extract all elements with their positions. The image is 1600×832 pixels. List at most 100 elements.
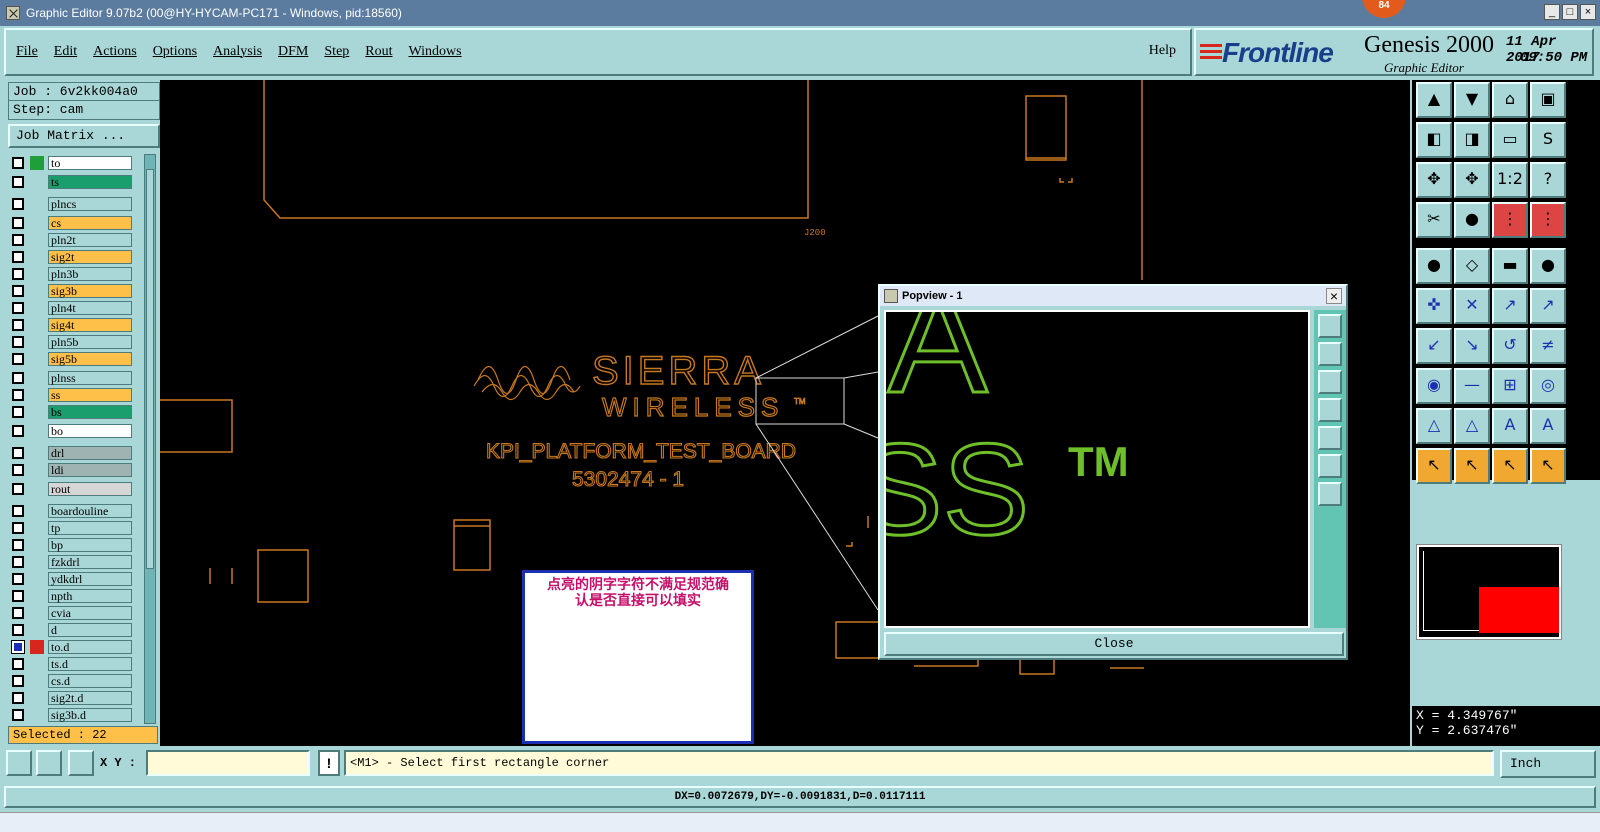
layer-row[interactable]: boardouline	[8, 503, 148, 519]
minimap[interactable]	[1416, 544, 1562, 640]
menu-options[interactable]: Options	[153, 44, 197, 60]
tool-button-icon[interactable]: A	[1492, 408, 1528, 444]
layer-row[interactable]: to.d	[8, 639, 148, 655]
menu-file[interactable]: File	[16, 44, 38, 60]
layer-checkbox[interactable]	[12, 268, 24, 280]
tool-button-icon[interactable]: ●	[1416, 248, 1452, 284]
layer-name[interactable]: boardouline	[48, 504, 132, 518]
popview-zoom-tool-3[interactable]	[1318, 370, 1342, 394]
tool-button-icon[interactable]: ◧	[1416, 122, 1452, 158]
layer-name[interactable]: drl	[48, 446, 132, 460]
popview-zoom-view[interactable]: IA SS TM	[884, 310, 1310, 628]
popview-close-button[interactable]: Close	[884, 632, 1344, 656]
layer-checkbox[interactable]	[12, 483, 24, 495]
layer-name[interactable]: plncs	[48, 197, 132, 211]
tool-button-icon[interactable]: S	[1530, 122, 1566, 158]
layer-checkbox[interactable]	[12, 573, 24, 585]
tool-button-icon[interactable]: ?	[1530, 162, 1566, 198]
tool-button-icon[interactable]: ↙	[1416, 328, 1452, 364]
layer-name[interactable]: cvia	[48, 606, 132, 620]
layer-checkbox[interactable]	[12, 302, 24, 314]
layer-name[interactable]: sig3b	[48, 284, 132, 298]
popview-zoom-tool-5[interactable]	[1318, 426, 1342, 450]
layer-row[interactable]: bp	[8, 537, 148, 553]
layer-name[interactable]: ts	[48, 175, 132, 189]
tool-button-icon[interactable]: ⌂	[1492, 82, 1528, 118]
layer-checkbox[interactable]	[12, 658, 24, 670]
warning-icon[interactable]: !	[318, 750, 340, 776]
layer-name[interactable]: ss	[48, 388, 132, 402]
popview-zoom-tool-7[interactable]	[1318, 482, 1342, 506]
layer-row[interactable]: ss	[8, 387, 148, 403]
layer-checkbox[interactable]	[12, 607, 24, 619]
layer-scrollbar[interactable]	[144, 154, 156, 724]
layer-name[interactable]: cs.d	[48, 674, 132, 688]
layer-name[interactable]: tp	[48, 521, 132, 535]
tool-button-icon[interactable]: ↖	[1530, 448, 1566, 484]
tool-button-icon[interactable]: ↖	[1492, 448, 1528, 484]
layer-name[interactable]: fzkdrl	[48, 555, 132, 569]
tool-button-icon[interactable]: ⋮	[1492, 202, 1528, 238]
tool-button-icon[interactable]: ✕	[1454, 288, 1490, 324]
layer-row[interactable]: ydkdrl	[8, 571, 148, 587]
layer-checkbox[interactable]	[12, 447, 24, 459]
layer-name[interactable]: sig2t.d	[48, 691, 132, 705]
layer-row[interactable]: cs.d	[8, 673, 148, 689]
layer-checkbox[interactable]	[12, 234, 24, 246]
layer-name[interactable]: sig2t	[48, 250, 132, 264]
layer-name[interactable]: pln4t	[48, 301, 132, 315]
units-selector[interactable]: Inch	[1500, 750, 1596, 778]
layer-name[interactable]: d	[48, 623, 132, 637]
layer-name[interactable]: bp	[48, 538, 132, 552]
layer-name[interactable]: pln5b	[48, 335, 132, 349]
layer-checkbox[interactable]	[12, 522, 24, 534]
layer-name[interactable]: sig3b.d	[48, 708, 132, 722]
layer-row[interactable]: npth	[8, 588, 148, 604]
layer-checkbox[interactable]	[12, 372, 24, 384]
layer-name[interactable]: npth	[48, 589, 132, 603]
tool-button-icon[interactable]: ↗	[1530, 288, 1566, 324]
tool-button-icon[interactable]: ◎	[1530, 368, 1566, 404]
grid-tool-icon[interactable]	[68, 750, 94, 776]
tool-button-icon[interactable]: ↘	[1454, 328, 1490, 364]
tool-button-icon[interactable]: ●	[1454, 202, 1490, 238]
layer-row[interactable]: sig2t	[8, 249, 148, 265]
tool-button-icon[interactable]: —	[1454, 368, 1490, 404]
layer-row[interactable]: pln3b	[8, 266, 148, 282]
layer-checkbox[interactable]	[12, 556, 24, 568]
layer-name[interactable]: bs	[48, 405, 132, 419]
tool-button-icon[interactable]: ▣	[1530, 82, 1566, 118]
tool-button-icon[interactable]: ↺	[1492, 328, 1528, 364]
layer-name[interactable]: pln2t	[48, 233, 132, 247]
popview-close-icon[interactable]: ×	[1326, 288, 1342, 304]
layer-name[interactable]: bo	[48, 424, 132, 438]
layer-row[interactable]: ldi	[8, 462, 148, 478]
layer-row[interactable]: ts	[8, 174, 148, 190]
layer-row[interactable]: d	[8, 622, 148, 638]
layer-checkbox[interactable]	[12, 425, 24, 437]
tool-button-icon[interactable]: ◇	[1454, 248, 1490, 284]
popview-zoom-tool-1[interactable]	[1318, 314, 1342, 338]
layer-checkbox[interactable]	[12, 692, 24, 704]
tool-button-icon[interactable]: ✥	[1416, 162, 1452, 198]
menu-help[interactable]: Help	[1149, 43, 1176, 59]
tool-button-icon[interactable]: ◨	[1454, 122, 1490, 158]
layer-checkbox[interactable]	[12, 709, 24, 721]
close-button[interactable]: ×	[1580, 4, 1596, 20]
menu-edit[interactable]: Edit	[54, 44, 77, 60]
scrollbar-thumb[interactable]	[146, 169, 154, 569]
layer-checkbox[interactable]	[12, 539, 24, 551]
tool-button-icon[interactable]: ▭	[1492, 122, 1528, 158]
tool-button-icon[interactable]: ▬	[1492, 248, 1528, 284]
layer-row[interactable]: cs	[8, 215, 148, 231]
layer-row[interactable]: plncs	[8, 196, 148, 212]
layer-checkbox[interactable]	[12, 590, 24, 602]
tool-button-icon[interactable]: ≠	[1530, 328, 1566, 364]
tool-button-icon[interactable]: ✥	[1454, 162, 1490, 198]
menu-windows[interactable]: Windows	[409, 44, 462, 60]
layer-checkbox[interactable]	[12, 336, 24, 348]
layer-row[interactable]: ts.d	[8, 656, 148, 672]
active-layer-icon[interactable]	[30, 640, 44, 654]
layer-row[interactable]: sig4t	[8, 317, 148, 333]
xy-input[interactable]	[146, 750, 310, 776]
